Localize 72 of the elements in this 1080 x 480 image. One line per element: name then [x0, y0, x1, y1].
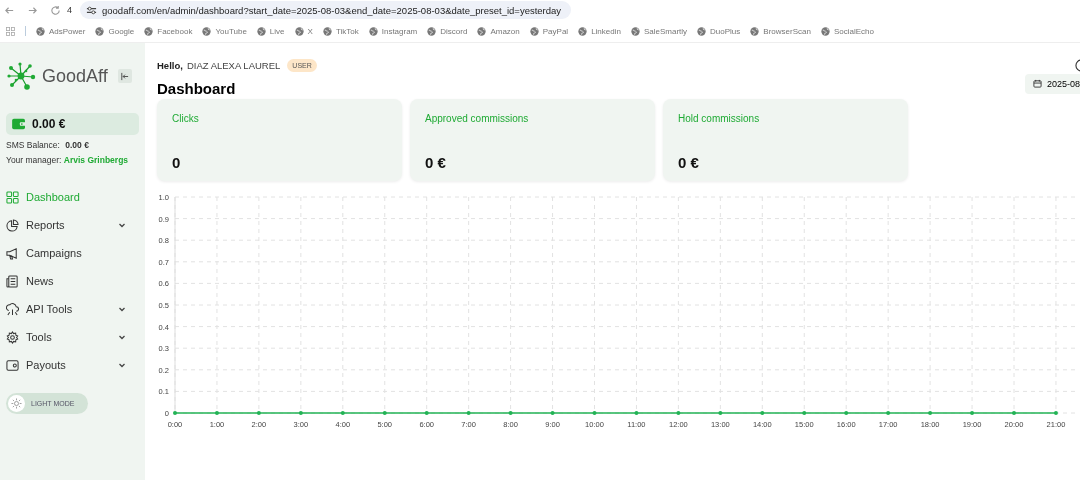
address-bar[interactable]: goodaff.com/en/admin/dashboard?start_date=2025-08-03&end_date=2025-08-03&date_preset_id=yesterday: [80, 1, 572, 19]
bookmark[interactable]: X: [294, 26, 313, 36]
sms-balance-value: 0.00 €: [65, 140, 89, 150]
stat-label: Approved commissions: [425, 113, 530, 124]
brand-name: GoodAff: [42, 65, 108, 87]
calendar-icon: [1032, 79, 1042, 88]
site-settings-icon[interactable]: [86, 4, 97, 16]
megaphone-icon: [6, 246, 19, 260]
globe-icon: [529, 26, 539, 36]
sidebar-item[interactable]: Payouts: [6, 351, 139, 379]
stat-value: 0: [172, 154, 182, 171]
page-title: Dashboard: [157, 80, 236, 97]
globe-icon: [144, 26, 154, 36]
bookmark[interactable]: Live: [256, 26, 285, 36]
apps-icon[interactable]: [6, 26, 15, 36]
bookmark[interactable]: YouTube: [202, 26, 247, 36]
collapse-sidebar-button[interactable]: [117, 69, 132, 83]
bookmark[interactable]: TikTok: [322, 26, 359, 36]
globe-icon: [630, 26, 640, 36]
globe-icon: [322, 26, 332, 36]
globe-icon: [95, 26, 105, 36]
stat-value: 0 €: [425, 154, 447, 171]
bookmark[interactable]: Amazon: [477, 26, 520, 36]
wallet-icon: [6, 358, 19, 372]
stat-value: 0 €: [678, 154, 700, 171]
bookmark[interactable]: Google: [95, 26, 135, 36]
globe-icon: [697, 26, 707, 36]
balance-amount: 0.00 €: [32, 117, 66, 131]
bookmark[interactable]: Discord: [427, 26, 468, 36]
wallet-icon: [12, 118, 26, 130]
bookmark[interactable]: AdsPower: [36, 26, 86, 36]
settings-icon: [6, 330, 19, 344]
bookmark[interactable]: Facebook: [144, 26, 193, 36]
bookmark[interactable]: BrowserScan: [750, 26, 811, 36]
sidebar-item[interactable]: News: [6, 267, 139, 295]
bookmark[interactable]: Instagram: [368, 26, 418, 36]
sms-balance-label: SMS Balance:: [6, 140, 60, 150]
stat-label: Hold commissions: [678, 113, 761, 124]
bookmark[interactable]: DuoPlus: [697, 26, 741, 36]
stat-label: Clicks: [172, 113, 200, 124]
globe-icon: [750, 26, 760, 36]
user-name: DIAZ ALEXA LAUREL: [186, 60, 281, 71]
logo-icon: [6, 61, 36, 91]
bookmark[interactable]: SocialEcho: [820, 26, 874, 36]
globe-icon: [368, 26, 378, 36]
cloud-icon: [6, 302, 19, 316]
pie-chart-icon: [6, 218, 19, 232]
grid-icon: [6, 190, 19, 204]
sidebar-item[interactable]: Dashboard: [6, 183, 139, 211]
newspaper-icon: [6, 274, 19, 288]
greeting: Hello,: [157, 60, 183, 71]
bookmark[interactable]: Linkedin: [578, 26, 621, 36]
bookmark[interactable]: PayPal: [529, 26, 569, 36]
globe-icon: [578, 26, 588, 36]
bookmark[interactable]: SaleSmartly: [630, 26, 688, 36]
globe-icon: [36, 26, 45, 36]
globe-icon: [202, 26, 212, 36]
sidebar-item[interactable]: Campaigns: [6, 239, 139, 267]
globe-icon: [427, 26, 437, 36]
sidebar-item[interactable]: Tools: [6, 323, 139, 351]
globe-icon: [820, 26, 830, 36]
date-range-button[interactable]: 2025-08: [1024, 73, 1080, 94]
sun-icon: [11, 398, 22, 409]
manager-link[interactable]: Arvis Grinbergs: [63, 155, 129, 165]
sidebar-item[interactable]: API Tools: [6, 295, 139, 323]
globe-icon: [477, 26, 487, 36]
globe-icon: [294, 26, 304, 36]
tab-count: 4: [67, 5, 72, 15]
globe-icon: [256, 26, 266, 36]
sidebar-item[interactable]: Reports: [6, 211, 139, 239]
manager-label: Your manager:: [6, 155, 62, 165]
reload-icon[interactable]: [50, 4, 61, 16]
